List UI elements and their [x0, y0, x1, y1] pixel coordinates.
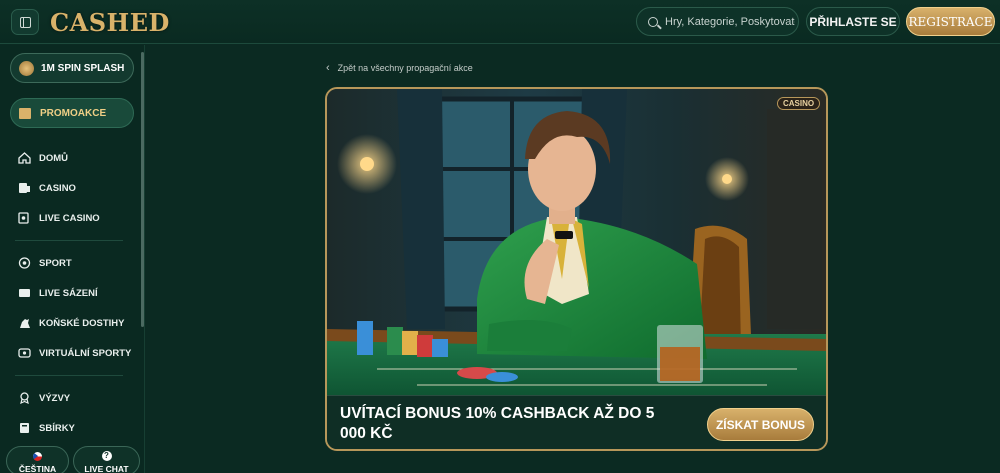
sidebar-scrollbar[interactable] — [141, 52, 144, 327]
sidebar-item-label: SPORT — [39, 257, 72, 269]
horse-icon — [20, 319, 30, 328]
promotion-title: UVÍTACÍ BONUS 10% CASHBACK AŽ DO 5 000 K… — [340, 405, 655, 442]
sidebar-divider — [15, 240, 123, 241]
czech-flag-icon — [33, 452, 42, 461]
sidebar-item-live-casino[interactable]: LIVE CASINO — [18, 212, 100, 224]
collection-icon — [20, 423, 29, 433]
sidebar-item-label: LIVE SÁZENÍ — [39, 287, 98, 299]
chevron-left-icon: ‹ — [326, 62, 330, 74]
question-icon: ? — [101, 451, 112, 461]
promotion-caption: UVÍTACÍ BONUS 10% CASHBACK AŽ DO 5 000 K… — [327, 395, 826, 449]
spin-splash-label: 1M SPIN SPLASH — [41, 62, 125, 74]
language-label: ČEŠTINA — [18, 464, 57, 473]
sidebar-toggle-button[interactable] — [11, 9, 39, 35]
sidebar-icon — [19, 16, 31, 28]
logo[interactable]: CASHED — [50, 8, 170, 37]
sidebar-item-label: VIRTUÁLNÍ SPORTY — [39, 347, 132, 359]
sidebar-divider — [15, 375, 123, 376]
cards-icon — [19, 183, 30, 193]
promotion-image — [327, 89, 826, 395]
category-badge: CASINO — [777, 97, 821, 110]
sidebar-item-home[interactable]: DOMŮ — [18, 152, 68, 164]
medal-icon — [20, 392, 29, 404]
sidebar-item-sport[interactable]: SPORT — [18, 257, 72, 269]
live-cards-icon — [18, 212, 29, 224]
home-icon — [18, 152, 31, 164]
sidebar-item-live-betting[interactable]: LIVE SÁZENÍ — [18, 287, 98, 299]
sidebar-item-label: DOMŮ — [39, 152, 69, 164]
register-button[interactable]: REGISTRACE — [906, 7, 995, 36]
promotion-card: CASINO UVÍTACÍ BONUS 10% CASHBACK AŽ DO … — [325, 87, 828, 451]
sidebar-item-label: VÝZVY — [39, 392, 71, 404]
spin-splash-button[interactable]: 1M SPIN SPLASH — [10, 53, 134, 83]
back-link-label: Zpět na všechny propagační akce — [337, 63, 473, 73]
back-link[interactable]: ‹ Zpět na všechny propagační akce — [326, 62, 473, 74]
promotions-label: PROMOAKCE — [40, 107, 107, 119]
sidebar-item-label: LIVE CASINO — [39, 212, 100, 224]
sidebar-item-virtual-sports[interactable]: VIRTUÁLNÍ SPORTY — [18, 347, 131, 359]
coin-icon — [19, 60, 34, 76]
live-chat-label: LIVE CHAT — [84, 464, 129, 473]
sidebar-item-collections[interactable]: SBÍRKY — [18, 422, 75, 434]
sidebar-item-label: CASINO — [39, 182, 76, 194]
sidebar-item-challenges[interactable]: VÝZVY — [18, 392, 70, 404]
virtual-sports-icon — [18, 348, 31, 358]
claim-bonus-button[interactable]: ZÍSKAT BONUS — [707, 408, 814, 441]
sidebar-item-horse-racing[interactable]: KOŇSKÉ DOSTIHY — [18, 317, 125, 329]
top-bar: CASHED PŘIHLASTE SE REGISTRACE — [0, 0, 1000, 44]
live-badge-icon — [19, 289, 30, 297]
live-chat-button[interactable]: ? LIVE CHAT — [73, 446, 140, 473]
soccer-ball-icon — [18, 257, 31, 269]
sidebar-item-promotions[interactable]: PROMOAKCE — [10, 98, 134, 128]
search-input[interactable] — [665, 15, 795, 28]
search-icon — [648, 16, 658, 27]
sidebar-item-label: KOŇSKÉ DOSTIHY — [39, 317, 125, 329]
login-button[interactable]: PŘIHLASTE SE — [806, 7, 900, 36]
search-field[interactable] — [636, 7, 799, 36]
sidebar-item-label: SBÍRKY — [39, 422, 75, 434]
language-button[interactable]: ČEŠTINA — [6, 446, 69, 473]
gift-icon — [19, 107, 31, 119]
sidebar-item-casino[interactable]: CASINO — [18, 182, 76, 194]
